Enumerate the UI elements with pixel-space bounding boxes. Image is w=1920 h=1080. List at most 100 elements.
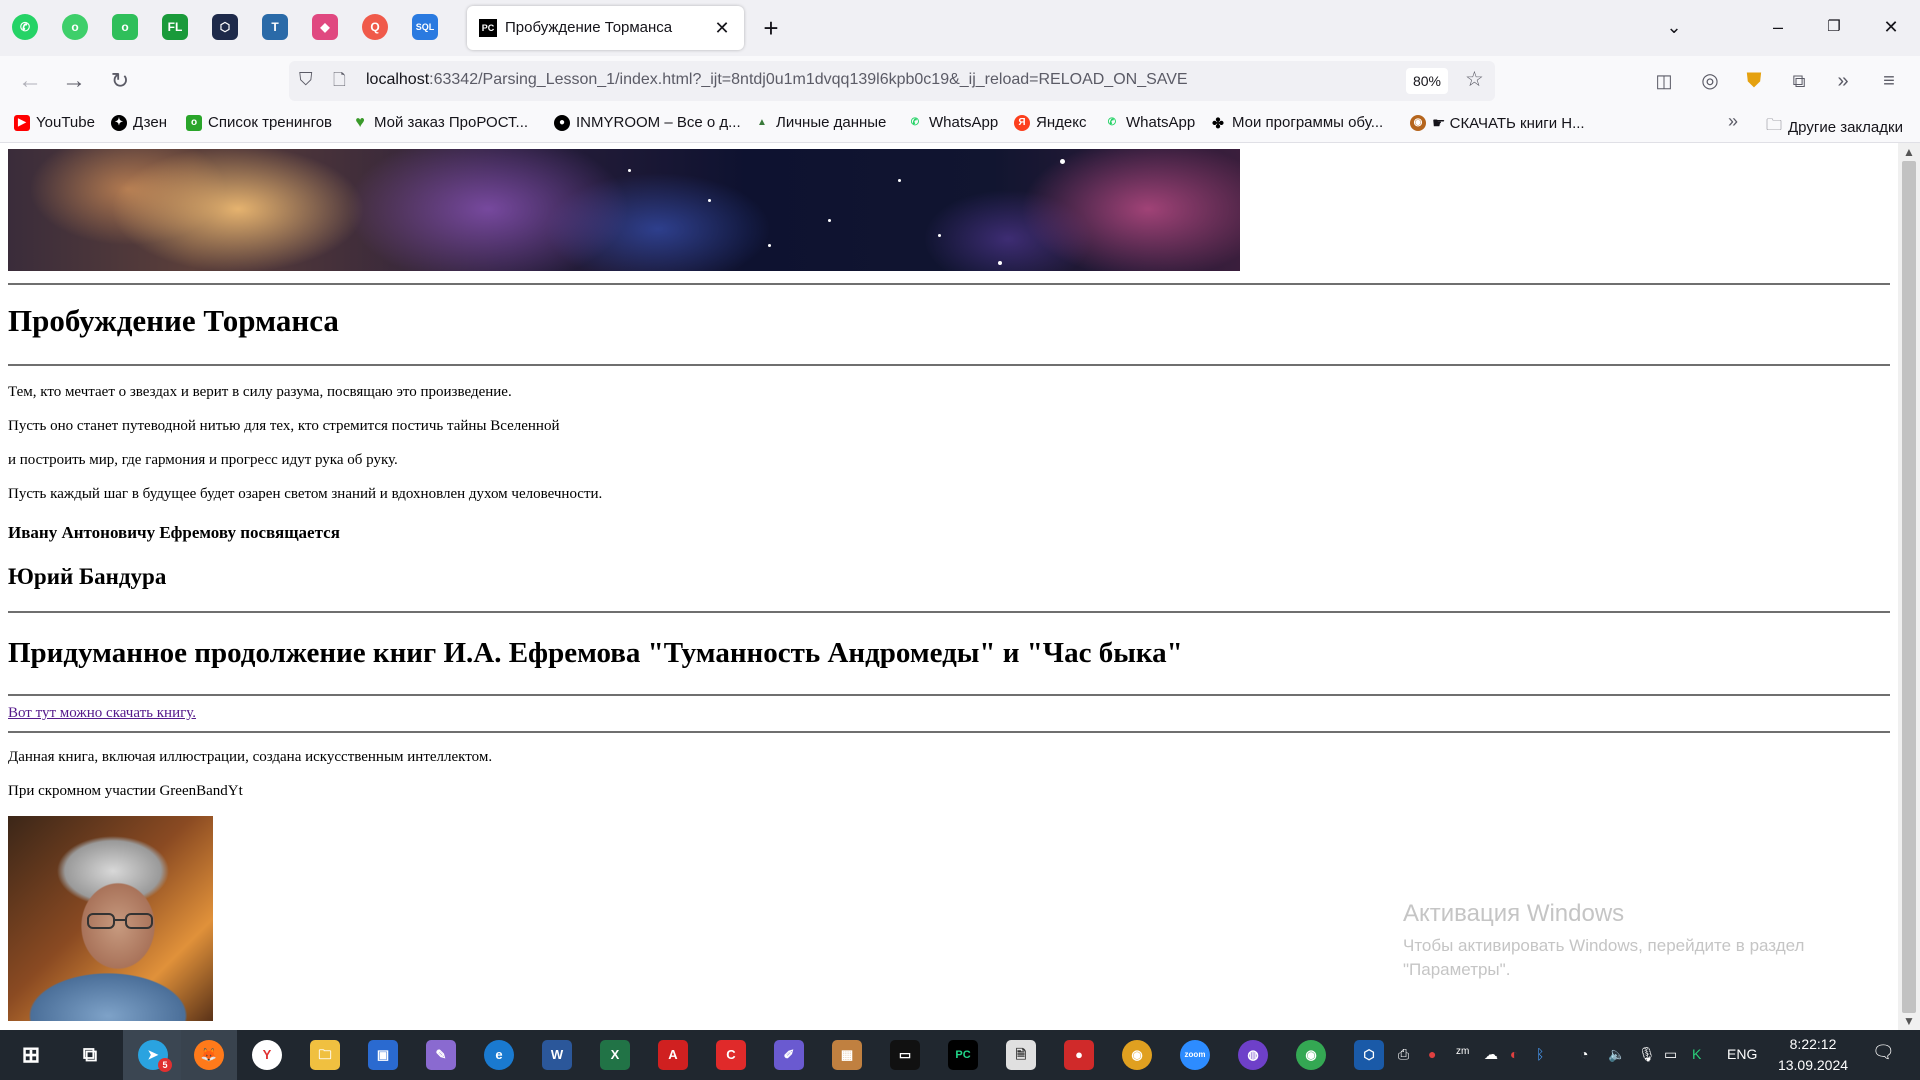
pinned-tab-icon[interactable]: ◆	[312, 14, 338, 40]
excel-icon[interactable]: X	[600, 1040, 630, 1070]
pinned-tab-icon[interactable]: ⬡	[212, 14, 238, 40]
chrome-icon[interactable]: ◉	[1122, 1040, 1152, 1070]
edge-icon[interactable]: e	[484, 1040, 514, 1070]
list-all-tabs-icon[interactable]: ⌄	[1654, 10, 1694, 44]
bookmark-personal-data[interactable]: ▲ Личные данные	[754, 114, 886, 131]
whatsapp-pinned-icon[interactable]: ✆	[12, 14, 38, 40]
pycharm-icon[interactable]: PC	[948, 1040, 978, 1070]
whatsapp-icon: ✆	[910, 116, 920, 128]
more-bookmarks-icon[interactable]: »	[1728, 111, 1738, 132]
pinned-tab-icon[interactable]: o	[62, 14, 88, 40]
github-icon[interactable]: ◍	[1238, 1040, 1268, 1070]
notes-icon[interactable]: ✐	[774, 1040, 804, 1070]
chrome-2-icon[interactable]: ◉	[1296, 1040, 1326, 1070]
documents-icon[interactable]: 🗎	[1006, 1040, 1036, 1070]
new-tab-button[interactable]: +	[757, 14, 785, 42]
pinned-tab-icon[interactable]: Q	[362, 14, 388, 40]
windows-taskbar: ⊞ ⧉ ➤ 5 🦊 Y 🗀 ▣ ✎ e W X A C ✐ ▦ ▭ PC 🗎 ●…	[0, 1030, 1920, 1080]
scroll-down-icon[interactable]: ▼	[1903, 1014, 1915, 1028]
bookmark-star-icon[interactable]: ☆	[1465, 67, 1484, 92]
bookmark-programs[interactable]: ✤ Мои программы обу...	[1210, 114, 1383, 131]
training-icon: o	[186, 114, 202, 131]
pinned-tab-icon[interactable]: o	[112, 14, 138, 40]
more-tools-icon[interactable]: »	[1827, 65, 1859, 97]
bookmark-label: ☛ СКАЧАТЬ книги Н...	[1432, 115, 1585, 132]
firefox-icon[interactable]: 🦊	[194, 1040, 224, 1070]
extension-shield-icon[interactable]: ⛊	[1738, 65, 1770, 97]
printer-tray-icon[interactable]: ⎙	[1398, 1046, 1409, 1063]
scroll-up-icon[interactable]: ▲	[1903, 145, 1915, 159]
bookmark-zen[interactable]: ✦ Дзен	[111, 114, 167, 131]
whatsapp-icon: ✆	[1107, 116, 1117, 128]
microphone-icon[interactable]: 🎙	[1638, 1046, 1656, 1063]
recording-tray-icon[interactable]: ●	[1428, 1046, 1436, 1062]
divider	[8, 283, 1890, 285]
url-text[interactable]: localhost:63342/Parsing_Lesson_1/index.h…	[366, 71, 1188, 89]
file-explorer-icon[interactable]: 🗀	[310, 1040, 340, 1070]
tab-title: Пробуждение Торманса	[505, 19, 673, 36]
forward-icon[interactable]: →	[58, 65, 90, 97]
divider	[8, 611, 1890, 613]
close-tab-icon[interactable]: ✕	[710, 16, 734, 40]
terminal-icon[interactable]: ▭	[890, 1040, 920, 1070]
virtualbox-icon[interactable]: ⬡	[1354, 1040, 1384, 1070]
image-icon[interactable]: ▦	[832, 1040, 862, 1070]
sql-pinned-icon[interactable]: SQL	[412, 14, 438, 40]
bookmark-prorost[interactable]: ♥ Мой заказ ПроРОСТ...	[352, 114, 528, 131]
fl-pinned-icon[interactable]: FL	[162, 14, 188, 40]
bookmark-whatsapp[interactable]: ✆ WhatsApp	[907, 114, 998, 131]
zoom-level-button[interactable]: 80%	[1406, 68, 1448, 94]
dedication-line: Пусть каждый шаг в будущее будет озарен …	[8, 486, 603, 502]
scrollbar-thumb[interactable]	[1902, 161, 1916, 1013]
mail-icon[interactable]: C	[716, 1040, 746, 1070]
vertical-scrollbar[interactable]: ▲ ▼	[1898, 143, 1920, 1030]
start-windows-icon[interactable]: ⊞	[16, 1040, 46, 1070]
bookmark-books[interactable]: ◉ ☛ СКАЧАТЬ книги Н...	[1410, 114, 1585, 132]
account-icon[interactable]: ◎	[1694, 65, 1726, 97]
close-window-button[interactable]: ✕	[1871, 10, 1911, 44]
bookmark-trainings[interactable]: o Список тренингов	[186, 114, 332, 131]
bookmark-label: WhatsApp	[929, 114, 999, 131]
volume-icon[interactable]: 🔈	[1608, 1046, 1625, 1063]
back-icon[interactable]: ←	[14, 65, 46, 97]
remote-desktop-icon[interactable]: ▣	[368, 1040, 398, 1070]
bookmark-inmyroom[interactable]: ● INMYROOM – Все о д...	[554, 114, 741, 131]
wifi-icon[interactable]: ◔	[1580, 1046, 1588, 1062]
video-icon[interactable]: ●	[1064, 1040, 1094, 1070]
word-icon[interactable]: W	[542, 1040, 572, 1070]
url-bar[interactable]: ⛉ 🗋 localhost:63342/Parsing_Lesson_1/ind…	[289, 61, 1495, 101]
bookmark-label: Дзен	[133, 114, 167, 131]
system-clock[interactable]: 8:22:12 13.09.2024	[1767, 1034, 1859, 1076]
bookmark-youtube[interactable]: ▶ YouTube	[14, 114, 95, 131]
bookmark-yandex[interactable]: Я Яндекс	[1014, 114, 1086, 131]
kaspersky-icon[interactable]: K	[1692, 1046, 1701, 1062]
extensions-icon[interactable]: ⧉	[1783, 65, 1815, 97]
cloud-tray-icon[interactable]: ☁	[1484, 1046, 1498, 1063]
acrobat-icon[interactable]: A	[658, 1040, 688, 1070]
pinned-tab-icon[interactable]: T	[262, 14, 288, 40]
page-icon[interactable]: 🗋	[333, 69, 346, 96]
bookmark-whatsapp-2[interactable]: ✆ WhatsApp	[1104, 114, 1195, 131]
activation-line: "Параметры".	[1403, 960, 1511, 979]
zoom-tray-icon[interactable]: zm	[1456, 1046, 1469, 1057]
dedication-line: и построить мир, где гармония и прогресс…	[8, 452, 398, 468]
zoom-icon[interactable]: zoom	[1180, 1040, 1210, 1070]
tracking-shield-icon[interactable]: ⛉	[299, 69, 313, 90]
reload-icon[interactable]: ↻	[104, 65, 136, 97]
yandex-browser-icon[interactable]: Y	[252, 1040, 282, 1070]
download-link[interactable]: Вот тут можно скачать книгу.	[8, 705, 196, 722]
minimize-button[interactable]: –	[1758, 10, 1798, 44]
menu-icon[interactable]: ≡	[1873, 65, 1905, 97]
language-indicator[interactable]: ENG	[1727, 1046, 1757, 1062]
battery-icon[interactable]: ▭	[1664, 1046, 1677, 1063]
notifications-icon[interactable]: 🗨	[1872, 1042, 1895, 1063]
vpn-tray-icon[interactable]: ◐	[1510, 1046, 1518, 1062]
other-bookmarks-folder[interactable]: 🗀 Другие закладки	[1766, 114, 1903, 141]
paint-icon[interactable]: ✎	[426, 1040, 456, 1070]
bluetooth-icon[interactable]: ᛒ	[1536, 1046, 1544, 1062]
restore-button[interactable]: ❐	[1814, 10, 1854, 44]
task-view-icon[interactable]: ⧉	[75, 1040, 105, 1070]
telegram-icon[interactable]: ➤ 5	[138, 1040, 172, 1072]
tab-active[interactable]: PC Пробуждение Торманса ✕	[467, 6, 744, 50]
pocket-icon[interactable]: ◫	[1648, 65, 1680, 97]
